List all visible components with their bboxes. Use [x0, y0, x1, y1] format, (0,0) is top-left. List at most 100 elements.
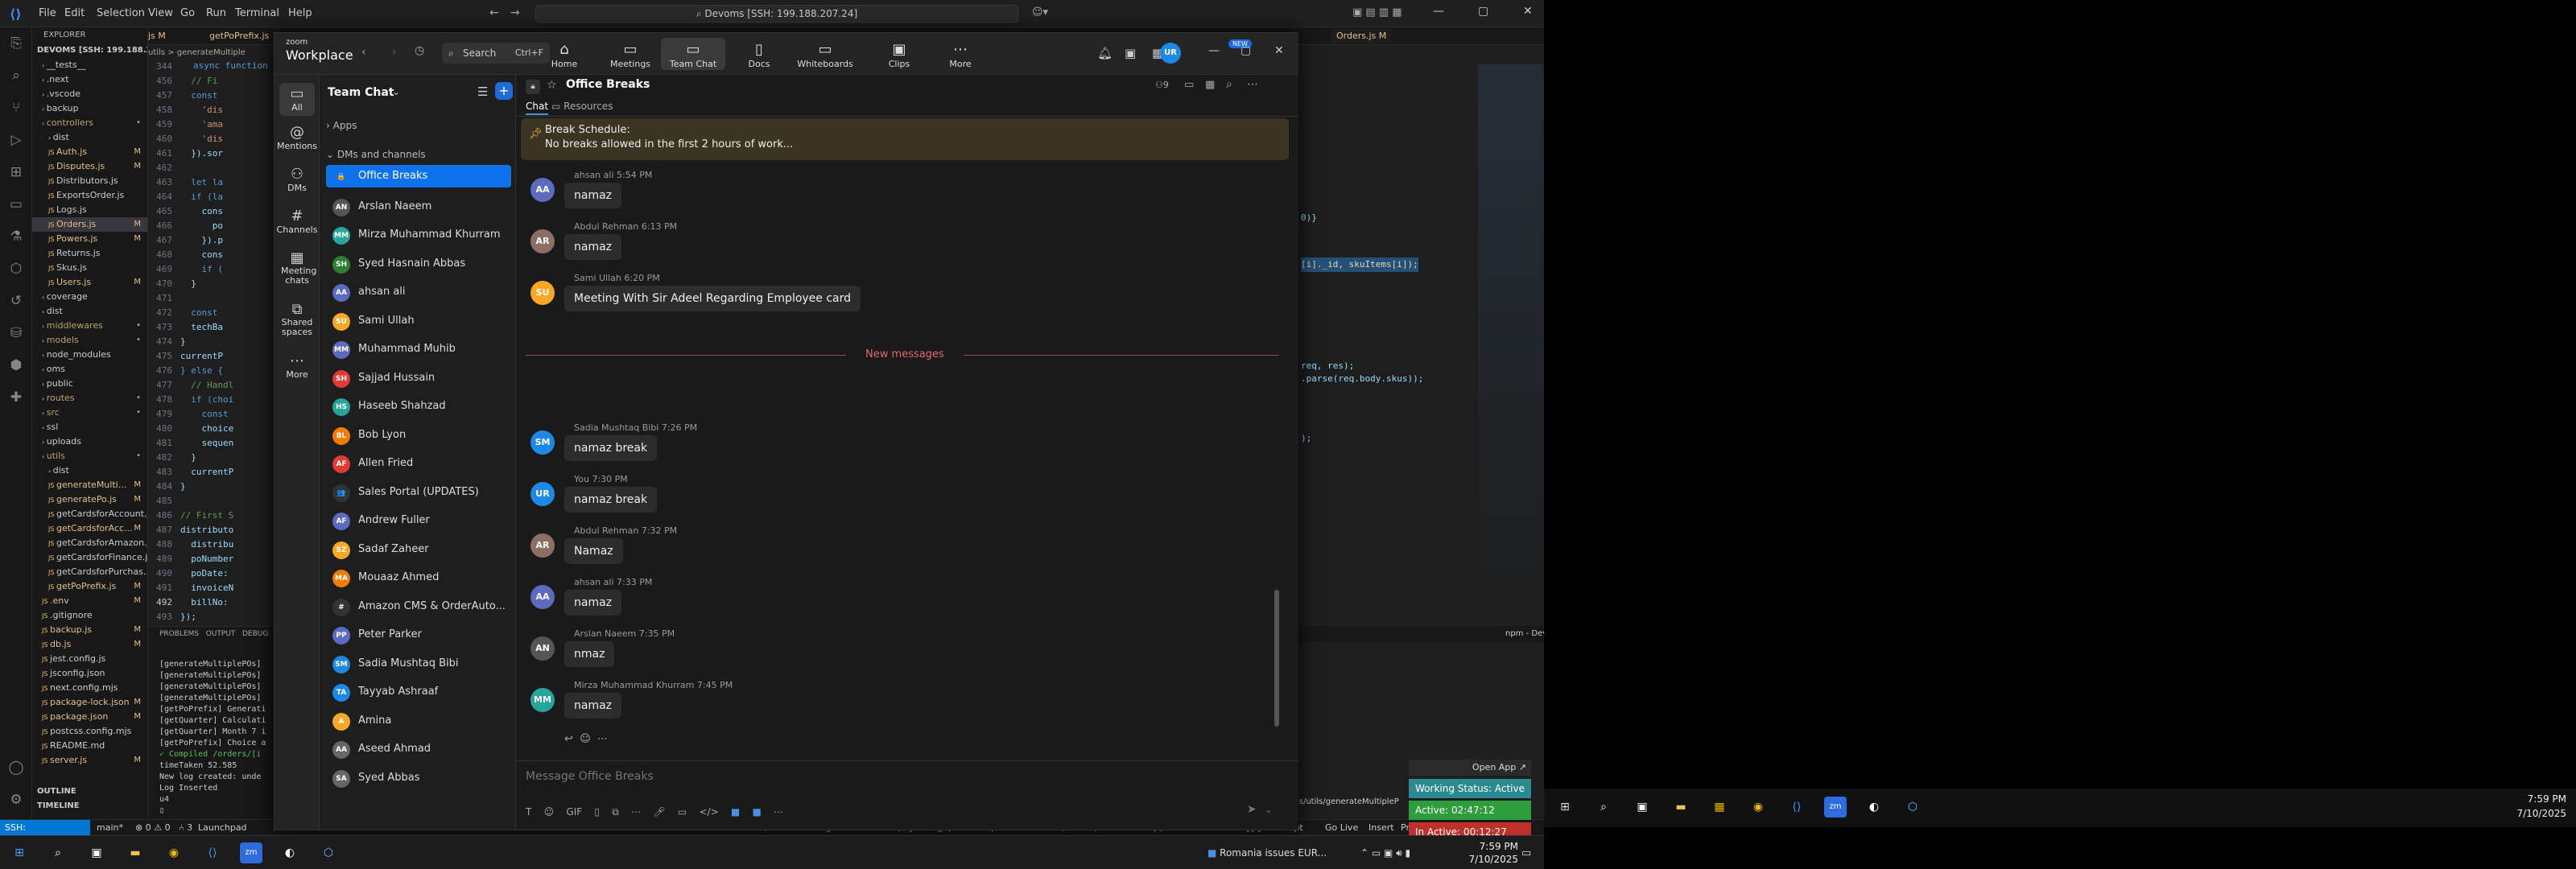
tab-output[interactable]: OUTPUT	[206, 630, 236, 638]
channel-item[interactable]: AA ahsan ali	[326, 279, 511, 305]
devices-icon[interactable]: ▣	[1125, 46, 1136, 60]
folder-item[interactable]: › backup	[32, 101, 147, 116]
chrome-icon[interactable]: ◉	[163, 842, 185, 863]
close-icon[interactable]: ✕	[1523, 5, 1533, 18]
pinned-banner[interactable]: 📌︎ Break Schedule: No breaks allowed in …	[521, 118, 1289, 160]
channel-item[interactable]: PP Peter Parker	[326, 622, 511, 648]
channel-item[interactable]: # Amazon CMS & OrderAuto...	[326, 594, 511, 620]
source-control-icon[interactable]: ⑂	[0, 92, 32, 124]
screenshot-icon[interactable]: ⧉	[612, 806, 619, 818]
file-item[interactable]: JS Logs.js	[32, 203, 147, 217]
new-chat-button[interactable]: +	[495, 82, 513, 100]
folder-item[interactable]: › public	[32, 377, 147, 391]
vscode-taskbar-icon[interactable]: ⟨⟩	[1785, 797, 1808, 818]
minimize-icon[interactable]: —	[1433, 5, 1444, 18]
file-item[interactable]: JS backup.js M	[32, 623, 147, 637]
tab-file[interactable]: js M	[148, 31, 166, 41]
folder-item[interactable]: › models •	[32, 333, 147, 348]
app-icon-2[interactable]: ⬡	[317, 842, 340, 863]
file-item[interactable]: JS getCardsforAmazon.js	[32, 536, 147, 550]
filter-icon[interactable]: ☰	[477, 84, 488, 99]
send-icon[interactable]: ➤	[1247, 803, 1257, 816]
rail-channels[interactable]: # Channels	[275, 208, 320, 236]
folder-item[interactable]: › dist	[32, 463, 147, 478]
app-icon-blue[interactable]: ■	[731, 806, 740, 818]
menu-edit[interactable]: Edit	[64, 7, 85, 19]
file-item[interactable]: JS getCardsforFinance.js	[32, 550, 147, 565]
file-item[interactable]: JS Disputes.js M	[32, 159, 147, 174]
channel-item[interactable]: MM Muhammad Muhib	[326, 336, 511, 362]
windows-start-icon[interactable]: ⊞	[8, 842, 31, 863]
chat-title[interactable]: Office Breaks	[566, 78, 650, 91]
file-item[interactable]: JS db.js M	[32, 637, 147, 652]
remote-explorer-icon[interactable]: ▭	[0, 188, 32, 220]
emoji-icon[interactable]: ☺	[544, 806, 555, 818]
folder-item[interactable]: › src •	[32, 406, 147, 420]
channel-item[interactable]: 👥 Sales Portal (UPDATES)	[326, 480, 511, 505]
menu-go[interactable]: Go	[180, 7, 195, 19]
file-item[interactable]: JS Powers.js M	[32, 232, 147, 246]
channel-item[interactable]: 🔒 Office Breaks	[326, 165, 511, 187]
file-item[interactable]: JS next.config.mjs	[32, 681, 147, 695]
run-debug-icon[interactable]: ▷	[0, 124, 32, 156]
folder-item[interactable]: › dist	[32, 304, 147, 319]
more-icon[interactable]: ⋯	[631, 806, 641, 818]
outline-section[interactable]: OUTLINE	[37, 787, 76, 796]
menu-file[interactable]: File	[39, 7, 56, 19]
message-input[interactable]	[526, 766, 1282, 787]
extensions-icon[interactable]: ⊞	[0, 156, 32, 188]
breadcrumb[interactable]: utils > generateMultiple	[148, 48, 246, 57]
file-item[interactable]: JS README.md	[32, 739, 147, 753]
menu-view[interactable]: View	[148, 7, 173, 19]
reply-icon[interactable]: ↩	[564, 733, 573, 745]
avatar[interactable]: MM	[530, 688, 555, 712]
minimize-icon[interactable]: —	[1208, 44, 1220, 57]
forward-icon[interactable]: ›	[392, 46, 397, 59]
avatar[interactable]: AR	[530, 533, 555, 558]
workspace-root[interactable]: DEVOMS [SSH: 199.188.20...	[32, 43, 147, 58]
apps-section[interactable]: › Apps	[326, 120, 357, 131]
avatar[interactable]: SU	[530, 281, 555, 305]
gear-icon[interactable]: ⚙	[0, 784, 32, 816]
gif-button[interactable]: GIF	[566, 806, 582, 818]
rail-all[interactable]: ▭ All	[279, 83, 315, 116]
folder-item[interactable]: › routes •	[32, 391, 147, 406]
file-item[interactable]: JS postcss.config.mjs	[32, 724, 147, 739]
tab-clips[interactable]: ▣ Clips	[867, 41, 931, 69]
tab-debug[interactable]: DEBUG	[242, 630, 268, 638]
channel-item[interactable]: AN Arslan Naeem	[326, 194, 511, 220]
file-item[interactable]: JS getCardsforAccount.js	[32, 507, 147, 521]
channel-item[interactable]: AA Aseed Ahmad	[326, 736, 511, 762]
avatar[interactable]: AR	[530, 229, 555, 253]
problems-count[interactable]: ⊗ 0 ⚠ 0	[135, 822, 171, 833]
avatar[interactable]: SM	[530, 430, 555, 455]
app-icon-2[interactable]: ⬡	[1901, 797, 1924, 818]
channel-item[interactable]: BL Bob Lyon	[326, 422, 511, 448]
git-branch[interactable]: main*	[97, 822, 123, 833]
folder-item[interactable]: › dist	[32, 130, 147, 145]
menu-help[interactable]: Help	[288, 7, 312, 19]
tab-chat[interactable]: Chat	[526, 101, 549, 115]
message-bubble[interactable]: namaz break	[564, 435, 658, 461]
copilot-icon[interactable]: ☺▾	[1032, 6, 1048, 19]
live-share-icon[interactable]: ↺	[0, 285, 32, 317]
app-icon[interactable]: ◐	[1863, 797, 1885, 818]
channel-item[interactable]: MA Mouaaz Ahmed	[326, 565, 511, 591]
file-item[interactable]: JS getPoPrefix.js M	[32, 579, 147, 594]
zoom-taskbar-icon[interactable]: zm	[1824, 797, 1847, 818]
rail-more[interactable]: ⋯ More	[275, 353, 320, 381]
code-icon[interactable]: </>	[700, 806, 719, 818]
command-center[interactable]: ⌕ Devoms [SSH: 199.188.207.24]	[535, 5, 1018, 23]
store-icon[interactable]: ▦	[1708, 797, 1731, 818]
file-explorer-icon[interactable]: ▬	[1670, 797, 1692, 818]
folder-item[interactable]: › .next	[32, 72, 147, 87]
open-app-button[interactable]: Open App ↗	[1409, 760, 1531, 776]
chevron-down-icon[interactable]: ⌄	[1265, 805, 1272, 815]
nav-forward-icon[interactable]: →	[510, 6, 520, 19]
channel-item[interactable]: AF Andrew Fuller	[326, 508, 511, 533]
tab-getpoprefix[interactable]: getPoPrefix.js	[209, 31, 269, 41]
docker-icon[interactable]: ⬡	[0, 253, 32, 285]
back-icon[interactable]: ‹	[361, 46, 366, 59]
file-item[interactable]: JS ExportsOrder.js	[32, 188, 147, 203]
profile-avatar[interactable]: UR	[1160, 43, 1181, 64]
